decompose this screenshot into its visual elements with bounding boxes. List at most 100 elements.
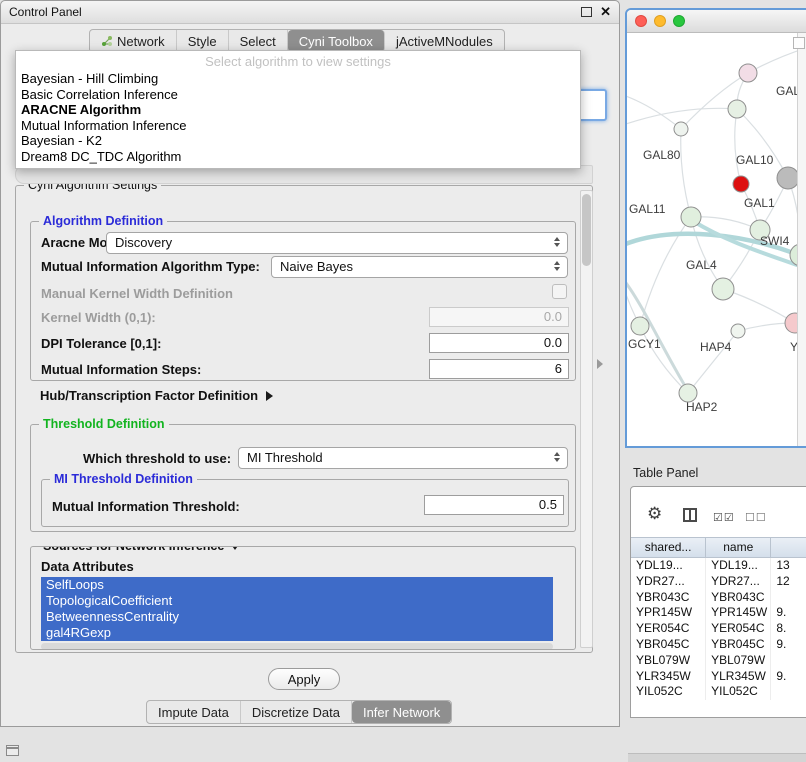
minimized-window-icon[interactable] bbox=[6, 745, 19, 756]
column-header[interactable]: shared... bbox=[631, 538, 706, 557]
network-node[interactable] bbox=[777, 167, 799, 189]
columns-icon[interactable] bbox=[683, 508, 697, 522]
node-label: GAL10 bbox=[736, 153, 774, 167]
network-edge[interactable] bbox=[723, 289, 795, 323]
table-cell: 8. bbox=[771, 621, 806, 637]
tab-infer-network[interactable]: Infer Network bbox=[352, 701, 451, 723]
table-cell: YBR043C bbox=[706, 590, 771, 606]
table-panel-title: Table Panel bbox=[633, 466, 698, 480]
attributes-hscrollbar[interactable] bbox=[41, 643, 553, 650]
table-row[interactable]: YPR145WYPR145W9. bbox=[631, 605, 806, 621]
network-edge[interactable] bbox=[735, 109, 741, 184]
network-node[interactable] bbox=[733, 176, 749, 192]
tab-cyni-toolbox[interactable]: Cyni Toolbox bbox=[288, 30, 385, 52]
algorithm-option[interactable]: Basic Correlation Inference bbox=[16, 87, 580, 103]
table-toolbar: ⚙ ☑☑ ☐☐ bbox=[631, 487, 806, 537]
algorithm-definition-group: Algorithm Definition Aracne Mode: Discov… bbox=[30, 221, 576, 381]
table-row[interactable]: YLR345WYLR345W9. bbox=[631, 669, 806, 685]
tab-discretize-data[interactable]: Discretize Data bbox=[241, 701, 352, 723]
node-label: GAL1 bbox=[744, 196, 775, 210]
algorithm-option[interactable]: Bayesian - Hill Climbing bbox=[16, 71, 580, 87]
network-canvas[interactable]: GALGAL80GAL10GAL11GAL1SWI4GAL4GCY1HAP4HA… bbox=[627, 33, 806, 448]
select-all-icon[interactable]: ☑☑ bbox=[713, 511, 735, 524]
table-cell: 9. bbox=[771, 605, 806, 621]
tab-jactivemnodules[interactable]: jActiveMNodules bbox=[385, 30, 504, 52]
network-edge[interactable] bbox=[627, 279, 688, 391]
manual-kernel-width-label: Manual Kernel Width Definition bbox=[41, 286, 233, 302]
mi-steps-field[interactable]: 6 bbox=[429, 359, 569, 379]
data-attribute-item[interactable]: BetweennessCentrality bbox=[41, 609, 553, 625]
deselect-all-icon[interactable]: ☐☐ bbox=[745, 511, 767, 524]
aracne-mode-select[interactable]: Discovery bbox=[106, 232, 568, 254]
data-attribute-item[interactable]: gal4RGexp bbox=[41, 625, 553, 641]
algorithm-option[interactable]: Mutual Information Inference bbox=[16, 118, 580, 134]
table-cell: 12 bbox=[771, 574, 806, 590]
network-edge[interactable] bbox=[737, 109, 788, 178]
expand-right-icon bbox=[266, 391, 273, 401]
tab-style[interactable]: Style bbox=[177, 30, 229, 52]
control-panel-titlebar[interactable]: Control Panel ✕ bbox=[1, 1, 619, 24]
table-row[interactable]: YBR043CYBR043C bbox=[631, 590, 806, 606]
algorithm-option[interactable]: Bayesian - K2 bbox=[16, 133, 580, 149]
network-node[interactable] bbox=[731, 324, 745, 338]
data-attribute-item[interactable]: SelfLoops bbox=[41, 577, 553, 593]
table-row[interactable]: YBR045CYBR045C9. bbox=[631, 637, 806, 653]
hub-definition-toggle[interactable]: Hub/Transcription Factor Definition bbox=[40, 388, 273, 403]
tab-network[interactable]: Network bbox=[90, 30, 177, 52]
network-scrollbar[interactable] bbox=[797, 33, 806, 448]
table-row[interactable]: YIL052CYIL052C bbox=[631, 684, 806, 700]
node-label: GAL4 bbox=[686, 258, 717, 272]
network-window-titlebar[interactable] bbox=[627, 10, 806, 33]
network-node[interactable] bbox=[739, 64, 757, 82]
network-corner-widget[interactable] bbox=[793, 37, 805, 49]
panel-collapse-arrow-icon[interactable] bbox=[597, 359, 603, 369]
sources-title-row[interactable]: Sources for Network Inference bbox=[39, 546, 244, 553]
algorithm-option[interactable]: Dream8 DC_TDC Algorithm bbox=[16, 149, 580, 165]
network-node[interactable] bbox=[674, 122, 688, 136]
tab-label: Infer Network bbox=[363, 705, 440, 720]
which-threshold-value: MI Threshold bbox=[247, 450, 323, 465]
table-cell: YIL052C bbox=[631, 684, 706, 700]
manual-kernel-width-checkbox[interactable] bbox=[552, 284, 567, 299]
settings-scrollbar[interactable] bbox=[580, 190, 593, 648]
tab-select[interactable]: Select bbox=[229, 30, 288, 52]
column-header[interactable]: name bbox=[706, 538, 771, 557]
column-header[interactable] bbox=[771, 538, 806, 557]
table-row[interactable]: YDR27...YDR27...12 bbox=[631, 574, 806, 590]
table-row[interactable]: YDL19...YDL19...13 bbox=[631, 558, 806, 574]
network-node[interactable] bbox=[681, 207, 701, 227]
float-window-icon[interactable] bbox=[581, 7, 592, 17]
network-node[interactable] bbox=[728, 100, 746, 118]
kernel-width-field[interactable]: 0.0 bbox=[429, 307, 569, 327]
combo-arrows-icon bbox=[554, 452, 560, 462]
data-attributes-list: SelfLoopsTopologicalCoefficientBetweenne… bbox=[41, 577, 553, 641]
table-cell: 9. bbox=[771, 637, 806, 653]
table-row[interactable]: YER054CYER054C8. bbox=[631, 621, 806, 637]
table-header[interactable]: shared... name bbox=[631, 537, 806, 558]
dpi-tolerance-field[interactable]: 0.0 bbox=[429, 333, 569, 353]
zoom-traffic-light[interactable] bbox=[673, 15, 685, 27]
table-cell: YDR27... bbox=[631, 574, 706, 590]
tab-label: Network bbox=[117, 34, 165, 49]
close-traffic-light[interactable] bbox=[635, 15, 647, 27]
mi-threshold-field[interactable]: 0.5 bbox=[424, 495, 564, 515]
network-edge[interactable] bbox=[681, 129, 691, 217]
minimize-traffic-light[interactable] bbox=[654, 15, 666, 27]
gear-icon[interactable]: ⚙ bbox=[647, 505, 662, 522]
network-node[interactable] bbox=[631, 317, 649, 335]
focused-field-fragment[interactable] bbox=[577, 89, 607, 121]
network-node[interactable] bbox=[712, 278, 734, 300]
apply-button[interactable]: Apply bbox=[268, 668, 340, 690]
tab-impute-data[interactable]: Impute Data bbox=[147, 701, 241, 723]
which-threshold-select[interactable]: MI Threshold bbox=[238, 447, 568, 469]
table-cell bbox=[771, 653, 806, 669]
desktop: Control Panel ✕ Network Style bbox=[0, 0, 806, 762]
data-attributes-label: Data Attributes bbox=[41, 559, 134, 575]
node-label: GCY1 bbox=[628, 337, 661, 351]
algorithm-option[interactable]: ARACNE Algorithm bbox=[16, 102, 580, 118]
mi-algorithm-type-select[interactable]: Naive Bayes bbox=[271, 256, 568, 278]
settings-scrollbar-thumb[interactable] bbox=[582, 194, 591, 266]
table-row[interactable]: YBL079WYBL079W bbox=[631, 653, 806, 669]
close-icon[interactable]: ✕ bbox=[600, 6, 611, 18]
data-attribute-item[interactable]: TopologicalCoefficient bbox=[41, 593, 553, 609]
